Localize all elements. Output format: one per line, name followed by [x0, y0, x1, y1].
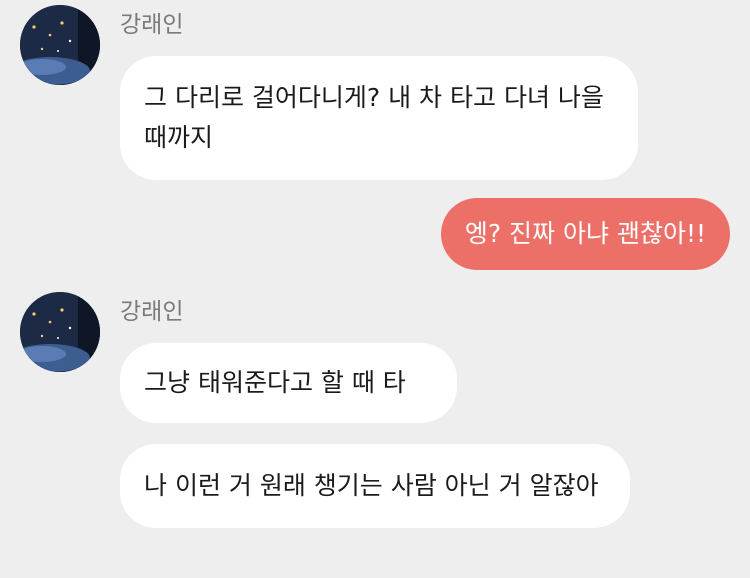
incoming-message-bubble[interactable]: 그 다리로 걸어다니게? 내 차 타고 다녀 나을 때까지 [120, 56, 638, 180]
night-sky-avatar-icon [20, 5, 100, 85]
incoming-message-bubble[interactable]: 그냥 태워준다고 할 때 타 [120, 343, 457, 423]
sender-avatar[interactable] [20, 292, 100, 372]
night-sky-avatar-icon [20, 292, 100, 372]
incoming-message-bubble[interactable]: 나 이런 거 원래 챙기는 사람 아닌 거 알잖아 [120, 444, 630, 528]
outgoing-message-bubble[interactable]: 엥? 진짜 아냐 괜찮아!! [440, 198, 730, 270]
sender-name: 강래인 [120, 12, 184, 38]
sender-name: 강래인 [120, 299, 184, 325]
sender-avatar[interactable] [20, 5, 100, 85]
